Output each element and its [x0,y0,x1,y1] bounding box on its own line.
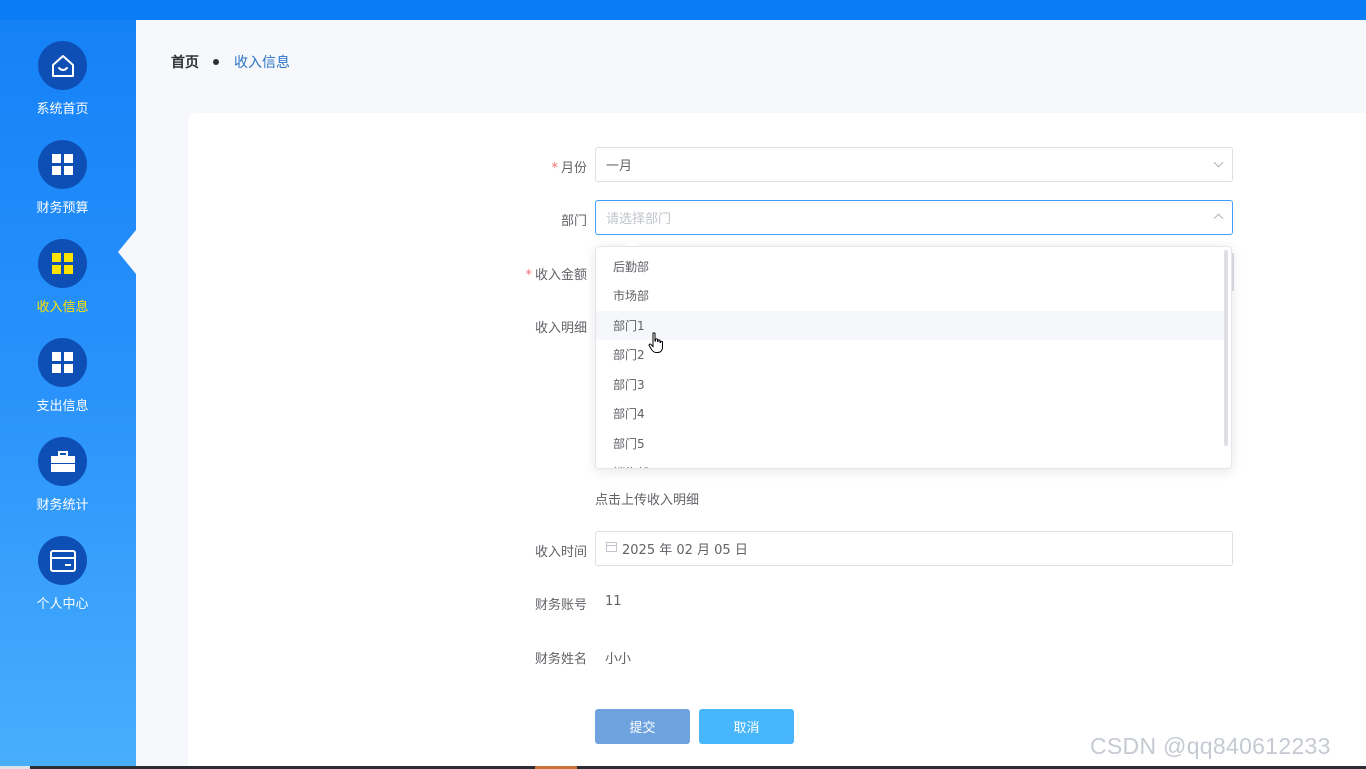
dropdown-option[interactable]: 部门5 [596,429,1224,458]
dropdown-option[interactable]: 部门4 [596,399,1224,428]
breadcrumb: 首页 收入信息 [171,52,290,72]
required-mark: * [525,268,532,283]
sidebar-item-label: 系统首页 [36,102,89,117]
dropdown-option[interactable]: 部门1 [596,311,1224,340]
amount-label: * 收入金额 [525,268,587,283]
hand-cursor-icon [648,332,664,358]
sidebar-item-label: 财务统计 [36,498,89,513]
month-select[interactable]: 一月 [595,147,1233,182]
sidebar-item-expense[interactable]: 支出信息 [0,338,136,428]
sidebar-item-home[interactable]: 系统首页 [0,41,136,131]
detail-label: 收入明细 [534,321,587,336]
name-label: 财务姓名 [534,652,587,667]
cancel-button[interactable]: 取消 [699,709,794,744]
sidebar-item-label: 收入信息 [36,300,89,315]
dropdown-option[interactable]: 部门3 [596,370,1224,399]
breadcrumb-current: 收入信息 [234,55,290,71]
department-label: 部门 [560,214,587,229]
briefcase-icon [38,437,87,486]
grid-icon [38,140,87,189]
dropdown-option[interactable]: 部门2 [596,340,1224,369]
department-dropdown: 后勤部 市场部 部门1 部门2 部门3 部门4 部门5 销售部 [595,246,1232,469]
dropdown-arrow [626,240,638,246]
time-label: 收入时间 [534,545,587,560]
account-label: 财务账号 [534,598,587,613]
department-select[interactable]: 请选择部门 [595,200,1233,235]
active-indicator [118,230,136,274]
chevron-down-icon [1213,157,1224,168]
time-date-picker[interactable]: 2025 年 02 月 05 日 [595,531,1233,566]
calendar-icon [606,542,617,552]
sidebar-item-label: 支出信息 [36,399,89,414]
card-icon [38,536,87,585]
dropdown-option[interactable]: 后勤部 [596,252,1224,281]
upload-detail-button[interactable]: 点击上传收入明细 [595,489,699,508]
top-bar [0,0,1366,20]
grid-icon [38,338,87,387]
dropdown-option[interactable]: 市场部 [596,281,1224,310]
sidebar: 系统首页 财务预算 收入信息 支出信息 财务统计 个人中心 [0,20,136,769]
dropdown-scrollbar[interactable] [1224,250,1228,446]
month-value: 一月 [606,159,633,174]
watermark: CSDN @qq840612233 [1090,733,1331,759]
sidebar-item-profile[interactable]: 个人中心 [0,536,136,626]
sidebar-item-budget[interactable]: 财务预算 [0,140,136,230]
sidebar-item-income[interactable]: 收入信息 [0,239,136,329]
name-value: 小小 [605,652,632,667]
dropdown-option[interactable]: 销售部 [596,458,1224,468]
sidebar-item-statistics[interactable]: 财务统计 [0,437,136,527]
submit-button[interactable]: 提交 [595,709,690,744]
sidebar-item-label: 个人中心 [36,597,89,612]
breadcrumb-home[interactable]: 首页 [171,52,199,72]
sidebar-item-label: 财务预算 [36,201,89,216]
grid-icon [38,239,87,288]
amount-input[interactable] [1232,253,1234,291]
home-icon [38,41,87,90]
time-value: 2025 年 02 月 05 日 [622,543,748,558]
required-mark: * [551,161,558,176]
account-value: 11 [605,594,622,609]
department-placeholder: 请选择部门 [606,212,672,227]
breadcrumb-separator [213,59,219,65]
chevron-up-icon [1213,213,1224,224]
month-label: * 月份 [551,161,587,176]
